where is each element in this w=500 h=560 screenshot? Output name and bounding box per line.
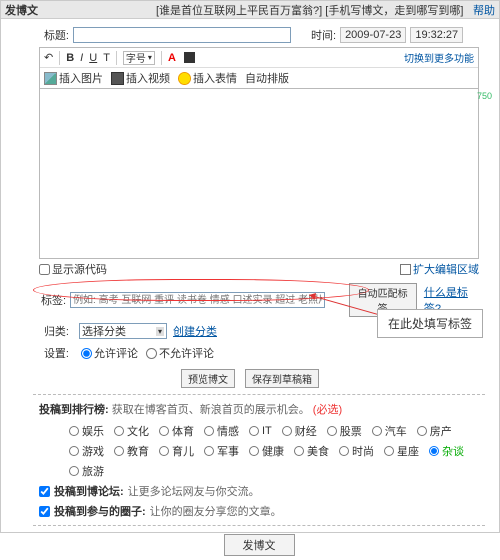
cat-radio-汽车[interactable]: 汽车 <box>372 423 407 439</box>
divider-2 <box>33 525 485 526</box>
time-box: 19:32:27 <box>410 27 463 43</box>
rank-section: 投稿到排行榜: 获取在博客首页、新浪首页的展示机会。 (必选) <box>39 401 479 417</box>
cat-radio-文化[interactable]: 文化 <box>114 423 149 439</box>
auto-format-button[interactable]: 自动排版 <box>245 70 289 86</box>
cat-radio-财经[interactable]: 财经 <box>282 423 317 439</box>
underline-button[interactable]: U <box>89 52 97 64</box>
publish-button[interactable]: 发博文 <box>224 534 295 556</box>
cat-radio-娱乐[interactable]: 娱乐 <box>69 423 104 439</box>
strike-button[interactable]: T <box>103 52 110 64</box>
cat-radio-时尚[interactable]: 时尚 <box>339 443 374 459</box>
textcolor-button[interactable]: A <box>168 52 176 64</box>
cat-radio-旅游[interactable]: 旅游 <box>69 463 104 479</box>
expand-editor[interactable]: 扩大编辑区域 <box>400 261 479 277</box>
forum-row[interactable]: 投稿到博论坛: 让更多论坛网友与你交流。 <box>39 483 479 499</box>
promo-link-1[interactable]: [谁是首位互联网上平民百万富翁?] <box>156 5 322 17</box>
cat-radio-体育[interactable]: 体育 <box>159 423 194 439</box>
allow-comment-radio[interactable]: 允许评论 <box>81 345 138 361</box>
circle-row[interactable]: 投稿到参与的圈子: 让你的圈友分享您的文章。 <box>39 503 479 519</box>
circle-checkbox <box>39 506 50 517</box>
tag-input[interactable] <box>70 292 325 308</box>
settings-label: 设置: <box>39 345 69 361</box>
create-category-link[interactable]: 创建分类 <box>173 323 217 339</box>
italic-button[interactable]: I <box>80 52 83 64</box>
cat-radio-军事[interactable]: 军事 <box>204 443 239 459</box>
cat-radio-房产[interactable]: 房产 <box>417 423 452 439</box>
title-input[interactable] <box>73 27 291 43</box>
divider <box>33 394 485 395</box>
category-label: 归类: <box>39 323 69 339</box>
title-label: 标题: <box>39 27 69 43</box>
top-links: [谁是首位互联网上平民百万富翁?] [手机写博文，走到哪写到哪] <box>156 2 463 18</box>
insert-emoji-button[interactable]: 插入表情 <box>178 70 237 86</box>
editor-toolbar: ↶ B I U T 字号 A 切换到更多功能 插入图片 插入视频 插入表情 自动… <box>39 47 479 89</box>
image-icon <box>44 72 57 85</box>
help-link[interactable]: 帮助 <box>473 2 495 18</box>
show-source-checkbox[interactable]: 显示源代码 <box>39 261 107 277</box>
time-label: 时间: <box>311 27 336 43</box>
title-row: 标题: 时间: 2009-07-23 19:32:27 <box>39 27 479 43</box>
word-count: 750 <box>477 91 492 101</box>
cat-radio-健康[interactable]: 健康 <box>249 443 284 459</box>
preview-button[interactable]: 预览博文 <box>181 369 235 388</box>
insert-video-button[interactable]: 插入视频 <box>111 70 170 86</box>
callout-box: 在此处填写标签 <box>377 309 483 338</box>
insert-image-button[interactable]: 插入图片 <box>44 70 103 86</box>
settings-row: 设置: 允许评论 不允许评论 <box>39 345 479 361</box>
cat-radio-IT[interactable]: IT <box>249 423 272 439</box>
toggle-more[interactable]: 切换到更多功能 <box>404 50 474 65</box>
cat-radio-星座[interactable]: 星座 <box>384 443 419 459</box>
face-icon <box>178 72 191 85</box>
fontsize-select[interactable]: 字号 <box>123 51 155 65</box>
cat-radio-教育[interactable]: 教育 <box>114 443 149 459</box>
cat-radio-育儿[interactable]: 育儿 <box>159 443 194 459</box>
promo-link-2[interactable]: [手机写博文，走到哪写到哪] <box>325 5 463 17</box>
cat-radio-情感[interactable]: 情感 <box>204 423 239 439</box>
cat-radio-游戏[interactable]: 游戏 <box>69 443 104 459</box>
cat-radio-美食[interactable]: 美食 <box>294 443 329 459</box>
app-title: 发博文 <box>5 2 38 18</box>
tag-label: 标签: <box>39 292 66 308</box>
save-draft-button[interactable]: 保存到草稿箱 <box>245 369 319 388</box>
cat-radio-股票[interactable]: 股票 <box>327 423 362 439</box>
date-box: 2009-07-23 <box>340 27 406 43</box>
category-radio-group: 娱乐文化体育情感 IT 财经股票汽车房产游戏教育育儿军事健康美食时尚星座杂谈旅游 <box>69 423 479 479</box>
editor-area[interactable]: 750 <box>39 89 479 259</box>
color-swatch[interactable] <box>184 52 195 63</box>
cat-radio-杂谈[interactable]: 杂谈 <box>429 443 464 459</box>
forum-checkbox <box>39 486 50 497</box>
video-icon <box>111 72 124 85</box>
disallow-comment-radio[interactable]: 不允许评论 <box>146 345 214 361</box>
top-bar: 发博文 [谁是首位互联网上平民百万富翁?] [手机写博文，走到哪写到哪] 帮助 <box>1 1 499 19</box>
bold-button[interactable]: B <box>66 52 74 64</box>
category-select[interactable]: 选择分类 <box>79 323 167 339</box>
undo-icon[interactable]: ↶ <box>44 51 53 64</box>
